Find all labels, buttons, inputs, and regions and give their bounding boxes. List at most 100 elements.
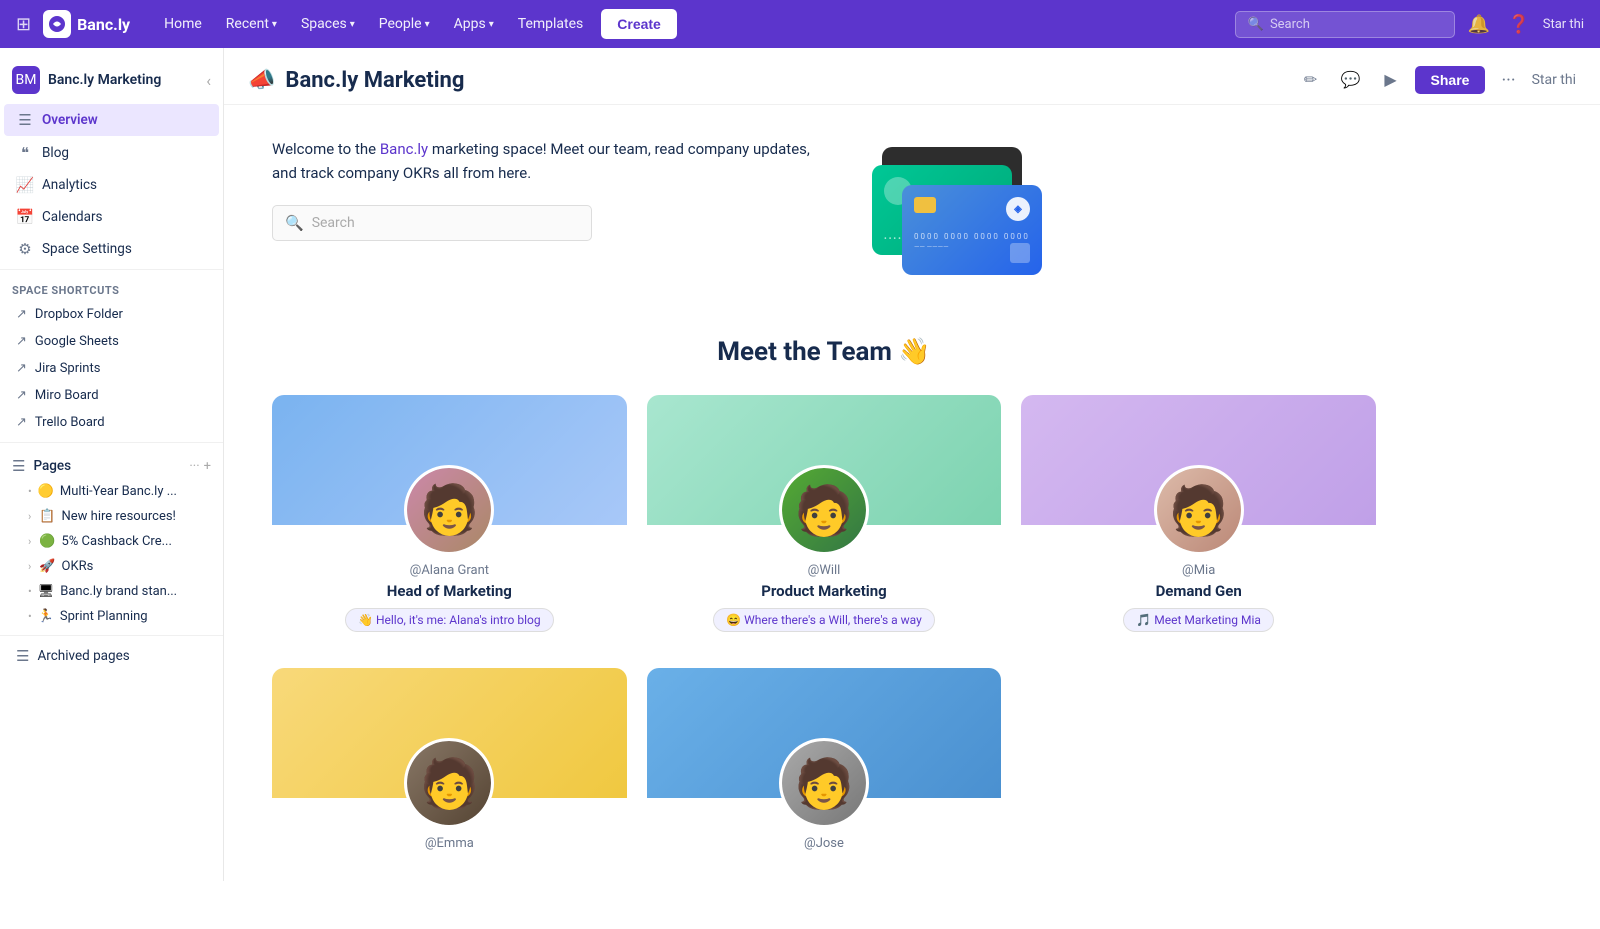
avatar-jose: 🧑 [779, 738, 869, 828]
hero-search-icon: 🔍 [285, 214, 304, 232]
archived-label: Archived pages [37, 648, 129, 664]
calendars-icon: 📅 [16, 208, 34, 226]
shortcut-miro-label: Miro Board [35, 388, 99, 403]
team-card-bg-mia: 🧑 [1021, 395, 1376, 525]
pages-actions: ··· + [189, 459, 211, 474]
page-item-brand[interactable]: • 🖥 Banc.ly brand stan... [4, 579, 219, 604]
shortcut-google-sheets[interactable]: ↗ Google Sheets [4, 328, 219, 355]
shortcut-dropbox[interactable]: ↗ Dropbox Folder [4, 301, 219, 328]
bullet-icon: • [28, 485, 32, 498]
grid-icon[interactable]: ⊞ [16, 14, 31, 35]
archived-icon: ☰ [16, 647, 29, 665]
team-link-alana[interactable]: 👋 Hello, it's me: Alana's intro blog [345, 608, 554, 632]
sidebar-item-analytics[interactable]: 📈 Analytics [4, 169, 219, 201]
card-chip [914, 197, 936, 213]
archived-pages[interactable]: ☰ Archived pages [4, 640, 219, 672]
nav-apps[interactable]: Apps ▾ [444, 10, 504, 38]
chevron-icon: › [28, 510, 31, 523]
pages-icon: ☰ [12, 457, 25, 475]
page-label-newhire: New hire resources! [62, 509, 176, 524]
team-card-bg-emma: 🧑 [272, 668, 627, 798]
team-card-jose: 🧑 @Jose [647, 668, 1002, 875]
page-item-multiyear[interactable]: • 🟡 Multi-Year Banc.ly ... [4, 479, 219, 504]
page-item-okrs[interactable]: › 🚀 OKRs [4, 554, 219, 579]
nav-right: 🔍 Search 🔔 ❓ Star thi [1235, 8, 1584, 40]
space-settings-icon: ⚙ [16, 240, 34, 258]
team-card-alana: 🧑 @Alana Grant Head of Marketing 👋 Hello… [272, 395, 627, 648]
page-item-cashback[interactable]: › 🟢 5% Cashback Cre... [4, 529, 219, 554]
team-link-will[interactable]: 😄 Where there's a Will, there's a way [713, 608, 935, 632]
pages-add-icon[interactable]: + [204, 459, 211, 474]
shortcut-trello[interactable]: ↗ Trello Board [4, 409, 219, 436]
help-button[interactable]: ❓ [1503, 8, 1535, 40]
chevron-icon-2: › [28, 535, 31, 548]
sidebar-item-calendars[interactable]: 📅 Calendars [4, 201, 219, 233]
shortcut-dropbox-label: Dropbox Folder [35, 307, 123, 322]
page-label-brand: Banc.ly brand stan... [60, 584, 177, 599]
pages-label: Pages [33, 458, 181, 474]
bullet-icon-3: • [28, 610, 32, 623]
search-box[interactable]: 🔍 Search [1235, 11, 1455, 38]
page-title: Banc.ly Marketing [285, 68, 464, 93]
team-card-emma: 🧑 @Emma [272, 668, 627, 875]
page-emoji-newhire: 📋 [39, 509, 55, 524]
meet-team-title: Meet the Team 👋 [272, 337, 1376, 367]
hero-search-box[interactable]: 🔍 Search [272, 205, 592, 241]
hero-search-text: Search [312, 215, 355, 231]
star-label[interactable]: Star thi [1543, 17, 1584, 32]
space-name: Banc.ly Marketing [48, 72, 198, 88]
team-card-bg-alana: 🧑 [272, 395, 627, 525]
edit-button[interactable]: ✏ [1295, 64, 1327, 96]
nav-people[interactable]: People ▾ [369, 10, 440, 38]
blog-icon: ❝ [16, 144, 34, 162]
team-card-bg-will: 🧑 [647, 395, 1002, 525]
hero-description: Welcome to the Banc.ly marketing space! … [272, 137, 832, 185]
notifications-button[interactable]: 🔔 [1463, 8, 1495, 40]
external-link-icon-4: ↗ [16, 388, 27, 403]
avatar-emma: 🧑 [404, 738, 494, 828]
comment-button[interactable]: 💬 [1335, 64, 1367, 96]
more-options-button[interactable]: ··· [1493, 66, 1523, 95]
nav-recent[interactable]: Recent ▾ [216, 10, 287, 38]
hero-illustration: •••• •••• •••• •••• ◈ 0000 0000 0000 000… [872, 137, 1072, 297]
pages-more-icon[interactable]: ··· [189, 459, 199, 474]
sidebar-label-calendars: Calendars [42, 209, 207, 225]
sidebar-item-overview[interactable]: ☰ Overview [4, 104, 219, 136]
page-emoji-cashback: 🟢 [39, 534, 55, 549]
nav-spaces[interactable]: Spaces ▾ [291, 10, 365, 38]
page-emoji-brand: 🖥 [38, 584, 55, 599]
space-icon: BM [12, 66, 40, 94]
sidebar-item-blog[interactable]: ❝ Blog + [4, 136, 219, 169]
team-handle-alana: @Alana Grant [288, 563, 611, 578]
nav-templates[interactable]: Templates [508, 10, 594, 38]
card-square [1010, 243, 1030, 263]
page-header: 📣 Banc.ly Marketing ✏ 💬 ▶ Share ··· Star… [224, 48, 1600, 105]
card-blue: ◈ 0000 0000 0000 0000 —— ———— [902, 185, 1042, 275]
team-link-mia[interactable]: 🎵 Meet Marketing Mia [1123, 608, 1274, 632]
present-button[interactable]: ▶ [1375, 64, 1407, 96]
pages-section-header[interactable]: ☰ Pages ··· + [0, 447, 223, 479]
page-item-sprint[interactable]: • 🏃 Sprint Planning [4, 604, 219, 629]
logo-icon [43, 10, 71, 38]
page-label-cashback: 5% Cashback Cre... [62, 534, 172, 549]
shortcut-miro[interactable]: ↗ Miro Board [4, 382, 219, 409]
page-label-multiyear: Multi-Year Banc.ly ... [60, 484, 177, 499]
card-logo: ◈ [1006, 197, 1030, 221]
share-button[interactable]: Share [1415, 66, 1486, 94]
page-item-newhire[interactable]: › 📋 New hire resources! [4, 504, 219, 529]
team-name-alana: Head of Marketing [288, 582, 611, 600]
external-link-icon-2: ↗ [16, 334, 27, 349]
hero-text: Welcome to the Banc.ly marketing space! … [272, 137, 832, 241]
hero-link[interactable]: Banc.ly [380, 140, 428, 158]
collapse-button[interactable]: ‹ [206, 71, 211, 90]
create-button[interactable]: Create [601, 9, 677, 39]
logo[interactable]: Banc.ly [43, 10, 130, 38]
team-handle-emma: @Emma [288, 836, 611, 851]
page-emoji-sprint: 🏃 [38, 609, 54, 624]
sidebar-item-space-settings[interactable]: ⚙ Space Settings [4, 233, 219, 265]
star-button[interactable]: Star thi [1532, 72, 1576, 88]
sidebar-header: BM Banc.ly Marketing ‹ [0, 60, 223, 104]
nav-home[interactable]: Home [154, 10, 212, 38]
shortcut-jira[interactable]: ↗ Jira Sprints [4, 355, 219, 382]
team-name-will: Product Marketing [663, 582, 986, 600]
